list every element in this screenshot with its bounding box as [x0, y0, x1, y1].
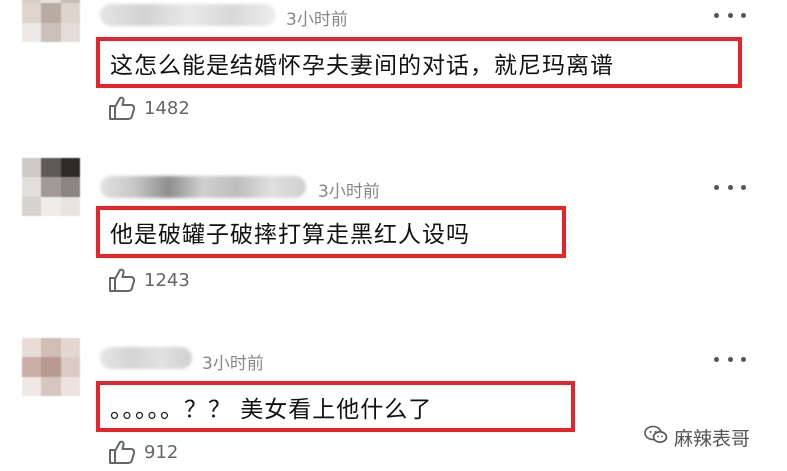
like-button[interactable]: 1482: [108, 95, 190, 121]
thumbs-up-icon: [108, 95, 136, 121]
comment-text: 。。。。。？？ 美女看上他什么了: [96, 381, 575, 432]
comment-time: 3小时前: [286, 10, 348, 30]
more-options-icon[interactable]: [714, 182, 746, 192]
more-options-icon[interactable]: [714, 354, 746, 364]
like-count: 912: [144, 441, 179, 463]
like-count: 1482: [144, 97, 190, 119]
username-blurred[interactable]: [100, 176, 306, 198]
like-button[interactable]: 912: [108, 439, 178, 465]
more-options-icon[interactable]: [714, 10, 746, 20]
like-button[interactable]: 1243: [108, 267, 190, 293]
avatar[interactable]: [22, 0, 80, 42]
comment-time: 3小时前: [202, 354, 264, 374]
comment-text: 这怎么能是结婚怀孕夫妻间的对话，就尼玛离谱: [96, 37, 742, 88]
username-blurred[interactable]: [100, 4, 276, 26]
avatar[interactable]: [22, 338, 80, 396]
thumbs-up-icon: [108, 439, 136, 465]
avatar[interactable]: [22, 158, 80, 216]
thumbs-up-icon: [108, 267, 136, 293]
comment-time: 3小时前: [318, 182, 380, 202]
username-blurred[interactable]: [100, 347, 192, 369]
like-count: 1243: [144, 269, 190, 291]
watermark: 麻辣表哥: [644, 424, 750, 451]
comment-text: 他是破罐子破摔打算走黑红人设吗: [96, 206, 566, 258]
wechat-icon: [644, 425, 668, 450]
watermark-text: 麻辣表哥: [674, 428, 751, 450]
